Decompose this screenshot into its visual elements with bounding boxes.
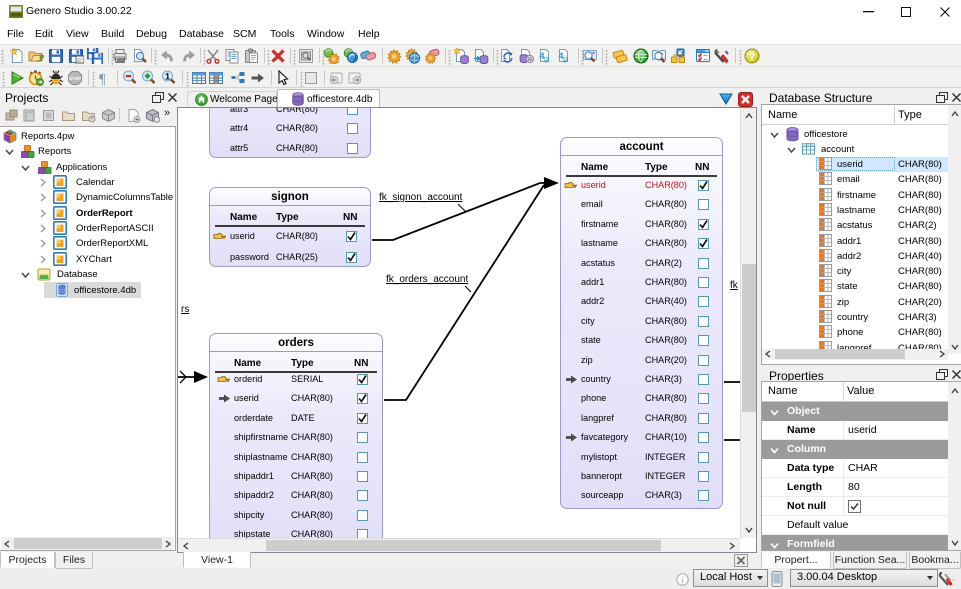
svg-text:gl: gl <box>544 56 550 63</box>
svg-text:?: ? <box>749 51 756 63</box>
svg-text:¶: ¶ <box>99 72 106 87</box>
svg-text:STOP: STOP <box>69 76 81 81</box>
svg-text:gl: gl <box>563 56 569 63</box>
svg-text:1: 1 <box>165 72 171 83</box>
